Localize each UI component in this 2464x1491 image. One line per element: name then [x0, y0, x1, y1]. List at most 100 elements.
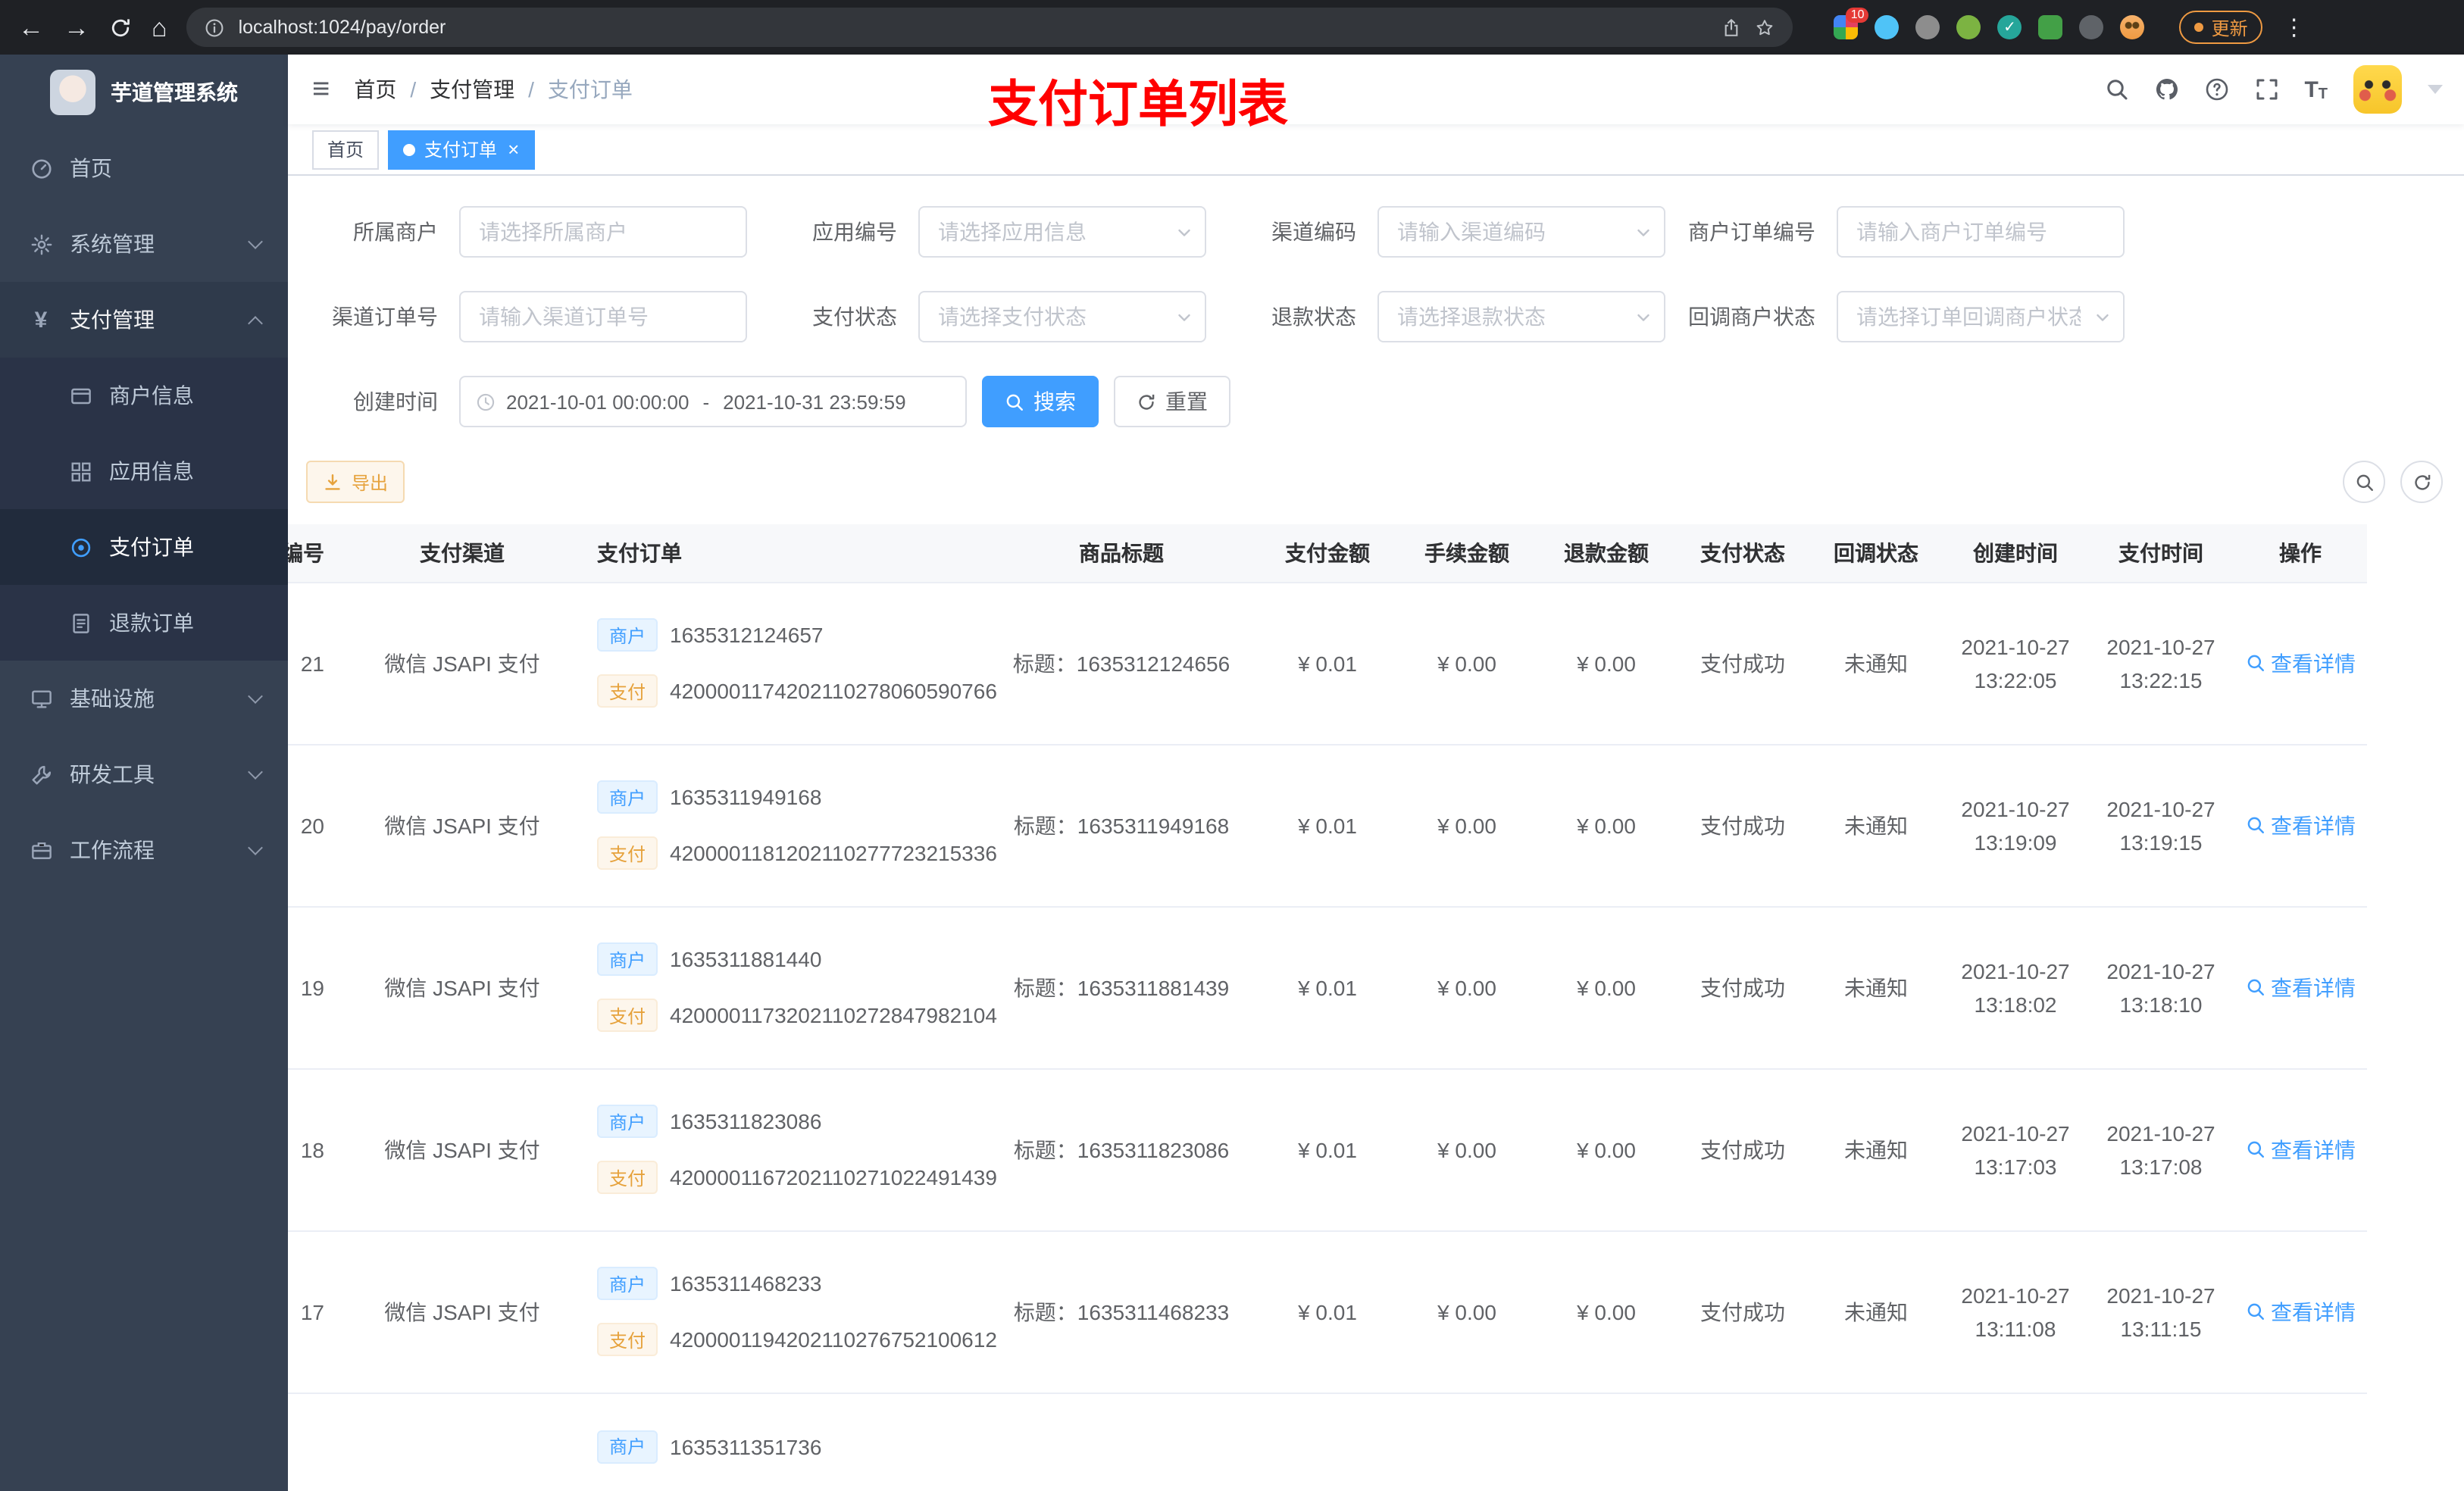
sidebar-item-infra[interactable]: 基础设施: [0, 661, 288, 736]
merchant-tag: 商户: [597, 780, 658, 814]
pay-channel: 微信 JSAPI 支付: [349, 744, 576, 907]
update-dot-icon: [2194, 23, 2204, 32]
pay-time: 13:11:15: [2120, 1316, 2202, 1340]
extensions-puzzle-icon[interactable]: [2079, 15, 2104, 39]
view-detail-link[interactable]: 查看详情: [2245, 1296, 2356, 1327]
browser-update-button[interactable]: 更新: [2179, 11, 2263, 44]
pay-order-cell: 商户 1635311881440 支付 42000011732021102728…: [576, 906, 997, 1069]
browser-menu-icon[interactable]: ⋮: [2283, 16, 2306, 39]
address-bar[interactable]: localhost:1024/pay/order: [186, 8, 1793, 47]
breadcrumb-current: 支付订单: [547, 77, 633, 102]
page-title-annotation: 支付订单列表: [988, 76, 1288, 132]
order-id: 19: [288, 906, 349, 1069]
pay-date: 2021-10-27: [2106, 1283, 2215, 1307]
extension-check-icon[interactable]: ✓: [1997, 15, 2022, 39]
avatar-caret-icon[interactable]: [2428, 85, 2443, 94]
site-info-icon[interactable]: [205, 17, 225, 37]
breadcrumb-separator: /: [528, 77, 534, 102]
notify-status-select[interactable]: [1838, 292, 2123, 341]
font-size-icon[interactable]: TT: [2304, 77, 2328, 102]
fee-amount: ¥ 0.00: [1397, 906, 1537, 1069]
sidebar-item-refund-order[interactable]: 退款订单: [0, 585, 288, 661]
view-detail-link[interactable]: 查看详情: [2245, 1134, 2356, 1164]
search-icon[interactable]: [2104, 77, 2128, 102]
app-no-select[interactable]: [920, 208, 1205, 256]
col-header-status: 支付状态: [1676, 524, 1809, 583]
sidebar-item-workflow[interactable]: 工作流程: [0, 812, 288, 888]
extension-icon[interactable]: [1915, 15, 1940, 39]
channel-code-select[interactable]: [1379, 208, 1664, 256]
product-title: 标题：1635311823086: [985, 1068, 1258, 1231]
channel-order-no-input[interactable]: [461, 292, 746, 341]
search-button[interactable]: 搜索: [982, 376, 1099, 427]
sidebar: 芋道管理系统 首页 系统管理 ¥ 支付管理 商户信息 应用信息 支付订单 退款订…: [0, 55, 288, 1491]
close-icon[interactable]: ×: [508, 138, 519, 161]
toggle-search-button[interactable]: [2343, 461, 2385, 503]
actions-cell: 查看详情: [2234, 582, 2367, 745]
tab-home[interactable]: 首页: [312, 130, 380, 169]
pay-tag: 支付: [597, 836, 658, 870]
sidebar-item-home[interactable]: 首页: [0, 130, 288, 206]
reset-button[interactable]: 重置: [1114, 376, 1230, 427]
fullscreen-icon[interactable]: [2254, 77, 2278, 102]
sidebar-item-merchant-info[interactable]: 商户信息: [0, 358, 288, 433]
product-title: 标题：1635312124656: [985, 582, 1258, 745]
browser-back-button[interactable]: ←: [18, 14, 44, 40]
extension-icon[interactable]: [2038, 15, 2063, 39]
pay-status-select[interactable]: [920, 292, 1205, 341]
create-time: 13:17:03: [1974, 1154, 2057, 1178]
field-label: 回调商户状态: [1688, 305, 1815, 329]
pay-date: 2021-10-27: [2106, 796, 2215, 821]
sidebar-item-system[interactable]: 系统管理: [0, 206, 288, 282]
view-detail-link[interactable]: 查看详情: [2245, 810, 2356, 840]
profile-avatar-icon[interactable]: [2120, 15, 2145, 39]
help-icon[interactable]: [2204, 77, 2228, 102]
tab-pay-order[interactable]: 支付订单 ×: [388, 130, 535, 169]
bookmark-star-icon[interactable]: [1756, 17, 1775, 37]
notify-status: 未通知: [1809, 1230, 1943, 1393]
pay-date: 2021-10-27: [2106, 634, 2215, 658]
pay-amount: ¥ 0.01: [1258, 906, 1397, 1069]
field-label: 创建时间: [353, 389, 438, 414]
browser-home-button[interactable]: ⌂: [152, 14, 167, 40]
extensions-area: 10 ✓: [1834, 8, 2145, 39]
merchant-order-no: 1635311351736: [670, 1434, 822, 1458]
refresh-table-button[interactable]: [2400, 461, 2443, 503]
extension-icon[interactable]: [1875, 15, 1900, 39]
export-button[interactable]: 导出: [306, 461, 405, 503]
share-icon[interactable]: [1722, 17, 1742, 37]
merchant-order-no-input[interactable]: [1838, 208, 2123, 256]
table-row: 20 微信 JSAPI 支付 商户 1635311949168 支付 42000…: [288, 744, 2367, 907]
merchant-tag: 商户: [597, 1430, 658, 1463]
view-detail-link[interactable]: 查看详情: [2245, 972, 2356, 1002]
pay-amount: ¥ 0.01: [1258, 582, 1397, 745]
create-time-range-picker[interactable]: 2021-10-01 00:00:00 - 2021-10-31 23:59:5…: [459, 376, 967, 427]
merchant-input[interactable]: [461, 208, 746, 256]
view-detail-link[interactable]: 查看详情: [2245, 648, 2356, 678]
table-row: 19 微信 JSAPI 支付 商户 1635311881440 支付 42000…: [288, 906, 2367, 1069]
field-label: 退款状态: [1271, 305, 1356, 329]
extension-icon[interactable]: [1956, 15, 1981, 39]
chevron-down-icon: [248, 689, 263, 704]
browser-forward-button[interactable]: →: [64, 14, 89, 40]
sidebar-submenu-pay: 商户信息 应用信息 支付订单 退款订单: [0, 358, 288, 661]
sidebar-toggle-icon[interactable]: ≡: [312, 72, 330, 107]
pay-time: 13:17:08: [2119, 1154, 2203, 1178]
breadcrumb-home[interactable]: 首页: [354, 74, 396, 105]
browser-reload-button[interactable]: [109, 16, 132, 39]
refund-amount: ¥ 0.00: [1537, 906, 1676, 1069]
sidebar-item-app-info[interactable]: 应用信息: [0, 433, 288, 509]
breadcrumb-pay[interactable]: 支付管理: [430, 74, 514, 105]
export-button-label: 导出: [352, 472, 389, 493]
product-title: 标题：1635311468233: [985, 1230, 1258, 1393]
user-avatar[interactable]: [2353, 65, 2402, 114]
create-time-cell: 2021-10-27 13:19:09: [1943, 744, 2088, 907]
refund-amount: ¥ 0.00: [1537, 582, 1676, 745]
extension-icon[interactable]: 10: [1834, 8, 1869, 39]
sidebar-item-pay[interactable]: ¥ 支付管理: [0, 282, 288, 358]
sidebar-item-devtools[interactable]: 研发工具: [0, 736, 288, 812]
refund-status-select[interactable]: [1379, 292, 1664, 341]
sidebar-item-pay-order[interactable]: 支付订单: [0, 509, 288, 585]
github-icon[interactable]: [2154, 77, 2178, 102]
top-navbar: ≡ 首页 / 支付管理 / 支付订单 支付订单列表 TT: [288, 55, 2464, 132]
